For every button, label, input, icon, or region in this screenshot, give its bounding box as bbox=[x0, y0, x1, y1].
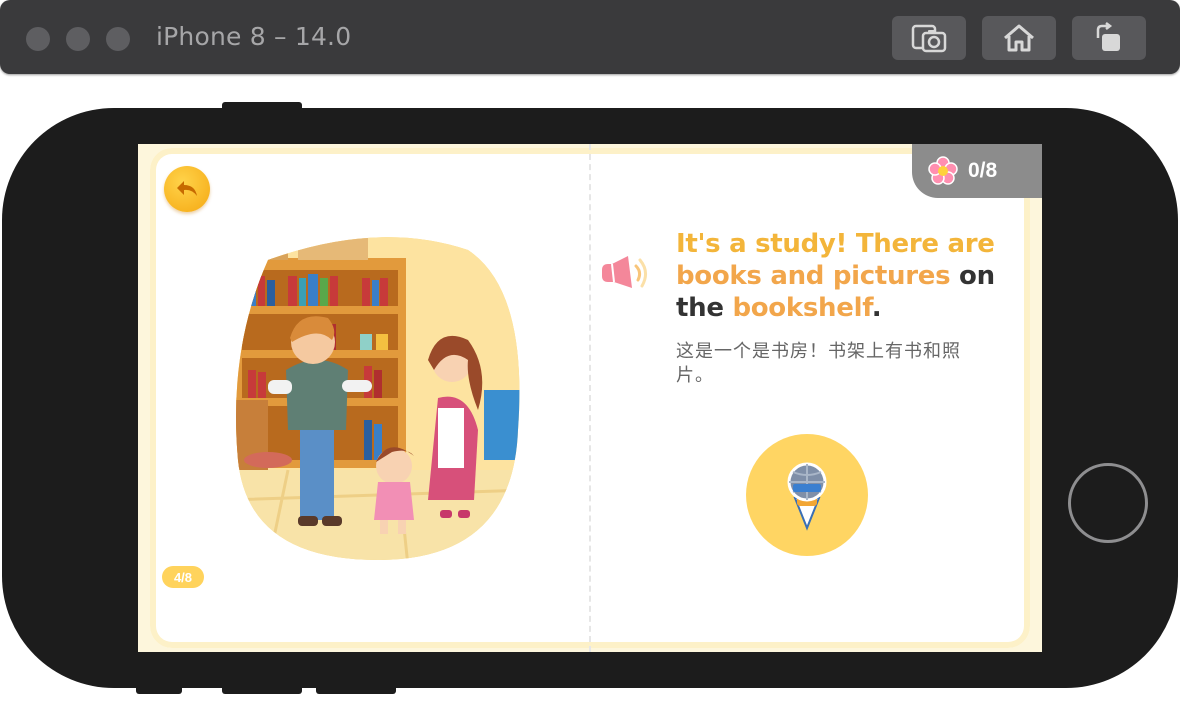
play-audio-button[interactable] bbox=[598, 254, 648, 294]
window-close-button[interactable] bbox=[26, 27, 50, 51]
sentence-part-5: . bbox=[871, 293, 882, 323]
simulator-title: iPhone 8 – 14.0 bbox=[156, 22, 352, 51]
home-icon bbox=[1004, 24, 1034, 52]
flower-icon bbox=[928, 156, 958, 185]
back-button[interactable] bbox=[164, 166, 210, 212]
device-home-button[interactable] bbox=[1068, 463, 1148, 543]
sentence-part-2: books and pictures bbox=[676, 261, 951, 291]
simulator-title-bar: iPhone 8 – 14.0 bbox=[0, 0, 1180, 74]
camera-icon bbox=[911, 24, 947, 53]
speaker-icon bbox=[602, 256, 647, 288]
window-zoom-button[interactable] bbox=[106, 27, 130, 51]
window-minimize-button[interactable] bbox=[66, 27, 90, 51]
story-sentence: It's a study! There are books and pictur… bbox=[676, 228, 1016, 324]
record-button[interactable] bbox=[746, 434, 868, 556]
chinese-translation: 这是一个是书房！书架上有书和照片。 bbox=[676, 341, 961, 386]
sentence-part-1: It's a study! There are bbox=[676, 229, 995, 259]
score-badge: 0/8 bbox=[912, 144, 1042, 198]
microphone-icon bbox=[787, 462, 827, 531]
home-button[interactable] bbox=[982, 16, 1056, 60]
app-screen: 4/8 0/8 It's a study! There are books an… bbox=[138, 144, 1042, 652]
back-arrow-icon bbox=[177, 181, 197, 196]
screenshot-button[interactable] bbox=[892, 16, 966, 60]
study-room-illustration bbox=[236, 237, 520, 561]
rotate-button[interactable] bbox=[1072, 16, 1146, 60]
rotate-icon bbox=[1096, 22, 1120, 51]
sentence-part-4: bookshelf bbox=[732, 293, 872, 323]
score-text: 0/8 bbox=[968, 159, 998, 182]
page-indicator: 4/8 bbox=[162, 566, 204, 588]
page-divider bbox=[589, 144, 591, 652]
